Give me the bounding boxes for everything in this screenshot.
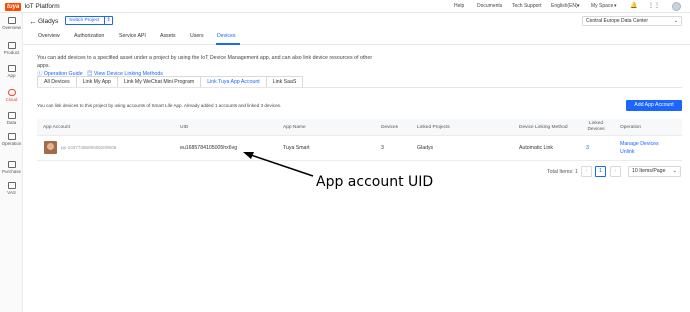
annotation-label: App account UID	[316, 174, 434, 190]
annotation-arrow	[243, 152, 314, 177]
scrollbar[interactable]	[684, 13, 688, 312]
